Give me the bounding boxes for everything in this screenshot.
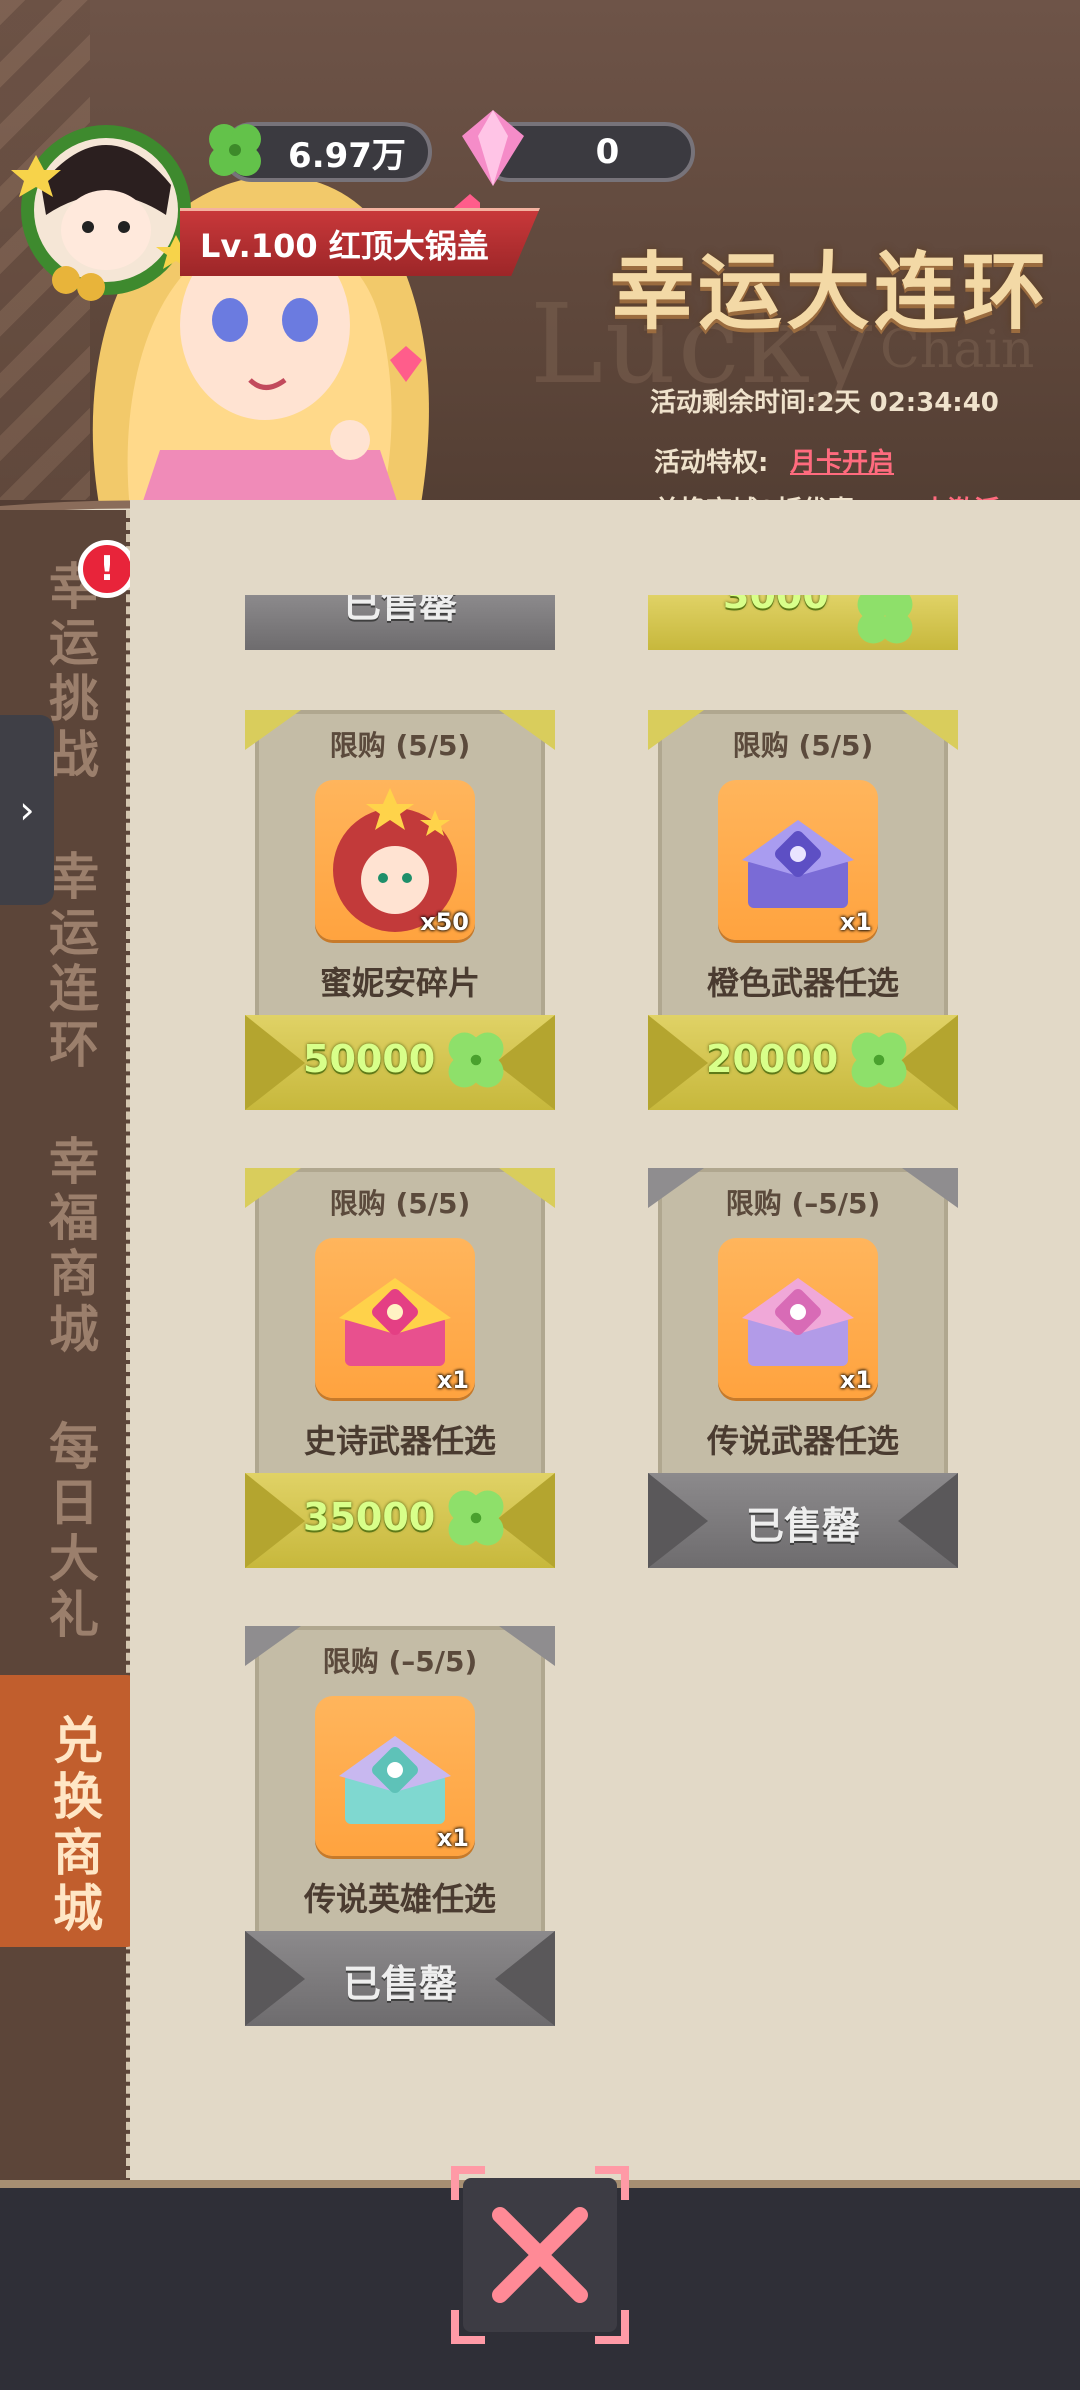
sold-out-button: 已售罄 bbox=[245, 1931, 555, 2026]
item-icon-frame[interactable]: x1 bbox=[315, 1238, 475, 1398]
close-icon[interactable] bbox=[445, 2160, 635, 2350]
item-name: 传说武器任选 bbox=[706, 1422, 899, 1460]
purchase-limit: 限购 (5/5) bbox=[732, 729, 874, 762]
buy-button[interactable]: 20000 bbox=[648, 1015, 958, 1110]
shop-item-card: 限购 (5/5) x1 史诗武器任选 35000 bbox=[245, 1168, 555, 1588]
chevron-right-icon: › bbox=[19, 788, 35, 832]
clover-icon bbox=[448, 1490, 504, 1546]
player-level-banner: Lv.100 红顶大锅盖 bbox=[180, 208, 540, 276]
sold-out-label: 已售罄 bbox=[342, 1962, 457, 2006]
item-quantity: x1 bbox=[436, 1366, 469, 1394]
clover-icon bbox=[448, 1032, 504, 1088]
shop-item-card: 限购 (–5/5) x1 传说英雄任选 已售罄 bbox=[245, 1626, 555, 2046]
item-name: 蜜妮安碎片 bbox=[319, 964, 480, 1002]
button-end-left bbox=[245, 1473, 305, 1568]
partial-sold-button: 已售罄 bbox=[245, 595, 555, 650]
shop-item-card: 限购 (5/5) x50 蜜妮安碎片 50000 bbox=[245, 710, 555, 1130]
sold-out-button: 已售罄 bbox=[648, 1473, 958, 1568]
item-quantity: x1 bbox=[436, 1824, 469, 1852]
purchase-limit: 限购 (5/5) bbox=[329, 1187, 471, 1220]
item-icon-frame[interactable]: x50 bbox=[315, 780, 475, 940]
partial-sold-label: 已售罄 bbox=[342, 595, 457, 626]
nav-daily-gift[interactable]: 每日大礼 bbox=[30, 1420, 106, 1644]
item-price: 20000 bbox=[706, 1037, 839, 1081]
item-icon-frame[interactable]: x1 bbox=[718, 1238, 878, 1398]
item-price: 35000 bbox=[303, 1495, 436, 1539]
time-remaining: 活动剩余时间:2天 02:34:40 bbox=[650, 388, 999, 418]
gem-amount: 0 bbox=[595, 132, 620, 172]
shop-item-card: 限购 (–5/5) x1 传说武器任选 已售罄 bbox=[648, 1168, 958, 1588]
item-quantity: x1 bbox=[839, 1366, 872, 1394]
item-name: 史诗武器任选 bbox=[303, 1422, 496, 1460]
purchase-limit: 限购 (–5/5) bbox=[322, 1645, 478, 1678]
button-end-left bbox=[245, 1015, 305, 1110]
player-avatar[interactable] bbox=[6, 115, 206, 305]
clover-icon bbox=[857, 595, 913, 644]
item-icon-frame[interactable]: x1 bbox=[718, 780, 878, 940]
exchange-shop-grid: 已售罄 3000 限购 (5/5) x50 蜜妮安碎片 50000 限购 (5/… bbox=[130, 500, 1080, 2180]
item-quantity: x1 bbox=[839, 908, 872, 936]
button-end-left bbox=[648, 1015, 708, 1110]
item-name: 橙色武器任选 bbox=[706, 964, 899, 1002]
item-price: 50000 bbox=[303, 1037, 436, 1081]
item-icon-frame[interactable]: x1 bbox=[315, 1696, 475, 1856]
expand-panel-button[interactable]: › bbox=[0, 715, 54, 905]
item-name: 传说英雄任选 bbox=[303, 1880, 496, 1918]
buy-button[interactable]: 50000 bbox=[245, 1015, 555, 1110]
purchase-limit: 限购 (–5/5) bbox=[725, 1187, 881, 1220]
event-title: 幸运大连环 bbox=[610, 243, 1051, 341]
clover-amount: 6.97万 bbox=[288, 135, 406, 176]
purchase-limit: 限购 (5/5) bbox=[329, 729, 471, 762]
clover-icon bbox=[851, 1032, 907, 1088]
nav-happiness-shop[interactable]: 幸福商城 bbox=[30, 1135, 106, 1359]
partial-price-label: 3000 bbox=[723, 595, 829, 617]
item-quantity: x50 bbox=[420, 908, 469, 936]
alert-badge: ! bbox=[78, 540, 136, 598]
partial-price-button[interactable]: 3000 bbox=[648, 595, 958, 650]
nav-exchange-shop[interactable]: 兑换商城 bbox=[0, 1675, 144, 1947]
buy-button[interactable]: 35000 bbox=[245, 1473, 555, 1568]
clover-icon bbox=[209, 124, 261, 176]
shop-item-card: 限购 (5/5) x1 橙色武器任选 20000 bbox=[648, 710, 958, 1130]
gem-icon bbox=[462, 110, 524, 186]
sold-out-label: 已售罄 bbox=[745, 1504, 860, 1548]
